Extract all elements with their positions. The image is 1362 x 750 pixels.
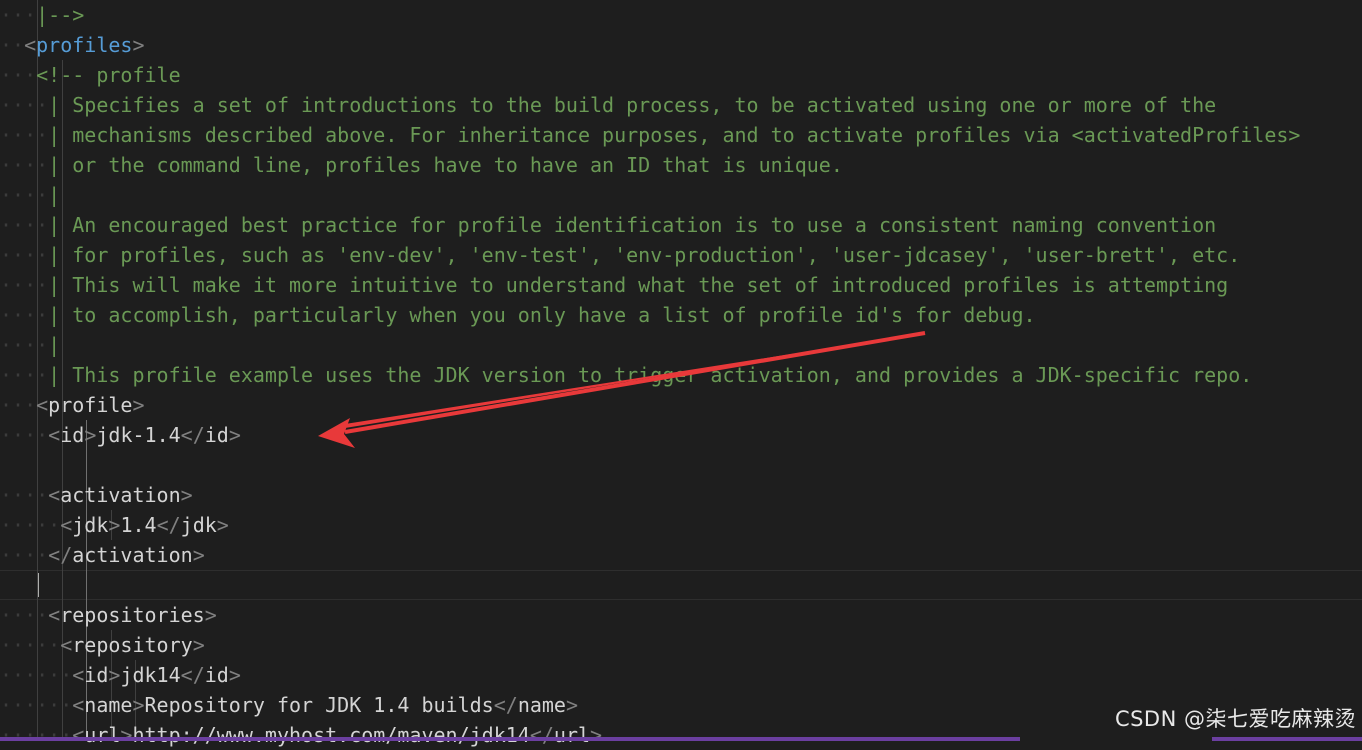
- code-line[interactable]: ······<id>jdk14</id>: [0, 660, 1362, 690]
- csdn-watermark: CSDN @柒七爱吃麻辣烫: [1114, 707, 1356, 731]
- comment-text: | to accomplish, particularly when you o…: [48, 303, 1036, 327]
- activation-close-tag: </activation>: [48, 543, 205, 567]
- comment-text: | mechanisms described above. For inheri…: [48, 123, 1301, 147]
- code-line[interactable]: ····| This profile example uses the JDK …: [0, 360, 1362, 390]
- code-line[interactable]: ·····<repository>: [0, 630, 1362, 660]
- comment-text: | This will make it more intuitive to un…: [48, 273, 1229, 297]
- comment-text: | This profile example uses the JDK vers…: [48, 363, 1253, 387]
- jdk-element: <jdk>1.4</jdk>: [60, 513, 229, 537]
- code-line[interactable]: ····| Specifies a set of introductions t…: [0, 90, 1362, 120]
- code-line[interactable]: ····| This will make it more intuitive t…: [0, 270, 1362, 300]
- code-line[interactable]: ···<!-- profile: [0, 60, 1362, 90]
- code-line[interactable]: ····</activation>: [0, 540, 1362, 570]
- code-line[interactable]: ···<profile>: [0, 390, 1362, 420]
- code-line[interactable]: ····<repositories>: [0, 600, 1362, 630]
- code-line[interactable]: [0, 570, 1362, 600]
- code-line[interactable]: ···|-->: [0, 0, 1362, 30]
- code-line[interactable]: [0, 450, 1362, 480]
- repo-name-element: <name>Repository for JDK 1.4 builds</nam…: [72, 693, 579, 717]
- code-line[interactable]: ····| An encouraged best practice for pr…: [0, 210, 1362, 240]
- code-line[interactable]: ·····<jdk>1.4</jdk>: [0, 510, 1362, 540]
- code-line[interactable]: ····|: [0, 180, 1362, 210]
- repository-open-tag: <repository>: [60, 633, 205, 657]
- repo-id-element: <id>jdk14</id>: [72, 663, 241, 687]
- code-line[interactable]: ····<id>jdk-1.4</id>: [0, 420, 1362, 450]
- code-line[interactable]: ····| mechanisms described above. For in…: [0, 120, 1362, 150]
- id-element: <id>jdk-1.4</id>: [48, 423, 241, 447]
- comment-text: | Specifies a set of introductions to th…: [48, 93, 1217, 117]
- comment-start: <!-- profile: [36, 63, 181, 87]
- code-line[interactable]: ····| or the command line, profiles have…: [0, 150, 1362, 180]
- horizontal-scrollbar-segment[interactable]: [1212, 737, 1362, 741]
- code-line[interactable]: ····| to accomplish, particularly when y…: [0, 300, 1362, 330]
- code-line[interactable]: ··<profiles>: [0, 30, 1362, 60]
- profiles-open-tag: <profiles>: [24, 33, 145, 57]
- comment-text: | for profiles, such as 'env-dev', 'env-…: [48, 243, 1241, 267]
- comment-text: |: [48, 183, 61, 207]
- activation-open-tag: <activation>: [48, 483, 193, 507]
- profile-open-tag: <profile>: [36, 393, 145, 417]
- code-line[interactable]: ····<activation>: [0, 480, 1362, 510]
- code-line[interactable]: ····|: [0, 330, 1362, 360]
- code-line[interactable]: ····| for profiles, such as 'env-dev', '…: [0, 240, 1362, 270]
- code-editor[interactable]: ···|--> ··<profiles> ···<!-- profile ···…: [0, 0, 1362, 747]
- comment-text: | An encouraged best practice for profil…: [48, 213, 1217, 237]
- comment-text: | or the command line, profiles have to …: [48, 153, 843, 177]
- repositories-open-tag: <repositories>: [48, 603, 217, 627]
- comment-text: |: [48, 333, 61, 357]
- repo-url-element: <url>http://www.myhost.com/maven/jdk14</…: [72, 723, 603, 747]
- horizontal-scrollbar[interactable]: [0, 737, 1020, 741]
- comment-end: |-->: [36, 3, 85, 27]
